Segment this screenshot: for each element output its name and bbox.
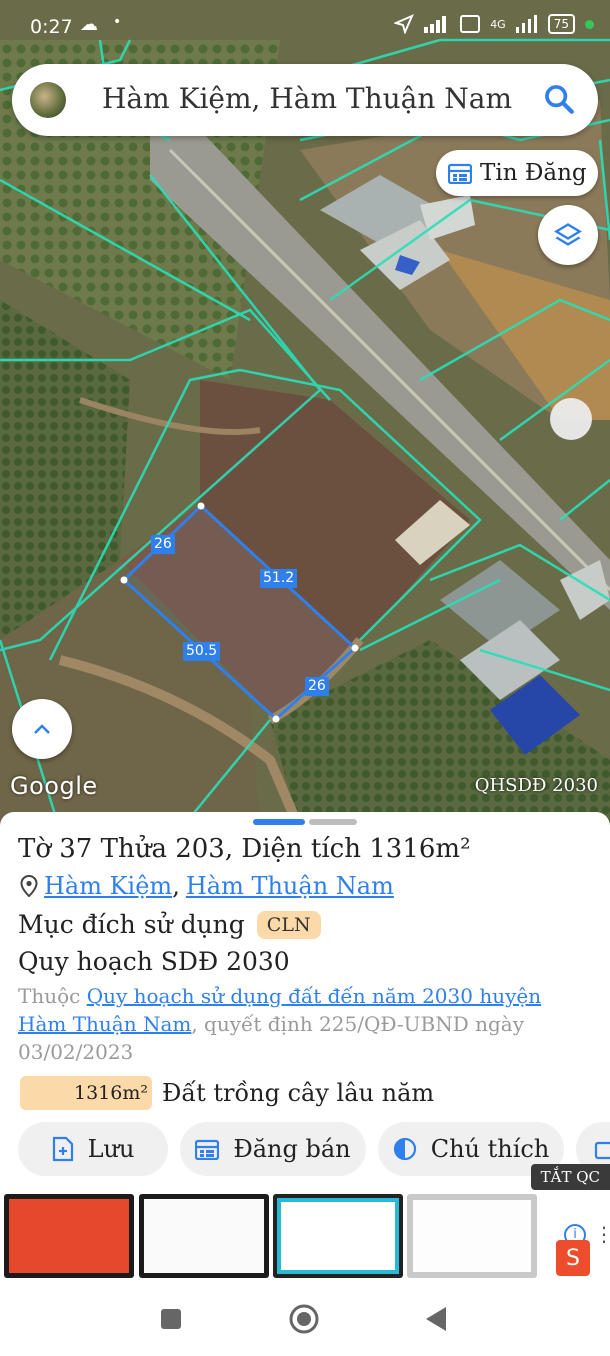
ad-product-image[interactable] [273,1194,403,1278]
commune-link[interactable]: Hàm Kiệm [44,872,172,900]
parcel-edge-label: 51.2 [260,569,298,588]
tin-dang-button[interactable]: Tin Đăng [436,150,598,196]
map-layer-label: QHSDĐ 2030 [474,775,598,796]
home-icon[interactable] [288,1303,320,1335]
layers-button[interactable] [538,205,598,265]
parcel-info-sheet: Tờ 37 Thửa 203, Diện tích 1316m² Hàm Kiệ… [0,812,610,1198]
calendar-icon [448,163,472,184]
calendar-icon [195,1139,220,1160]
parcel-location: Hàm Kiệm, Hàm Thuận Nam [20,872,394,900]
chevron-up-icon [34,724,50,734]
district-link[interactable]: Hàm Thuận Nam [186,872,394,900]
plan-description: Thuộc Quy hoạch sử dụng đất đến năm 2030… [18,982,578,1066]
contrast-icon [393,1137,416,1161]
privacy-dot-icon [585,19,594,29]
parcel-edge-label: 26 [305,677,329,696]
cloud-icon: ☁ [80,14,98,35]
land-use-label: Mục đích sử dụng [18,910,245,939]
parcel-edge-label: 50.5 [183,642,221,661]
signal-icon [424,16,447,33]
area-row: 1316m² Đất trồng cây lâu năm [20,1076,434,1110]
location-pin-icon [20,875,38,897]
plan-prefix: Thuộc [18,984,81,1008]
status-time: 0:27 [30,16,73,38]
ad-products[interactable]: i ⋮ S [0,1192,610,1284]
signal-icon [515,15,537,33]
location-separator: , [172,872,180,900]
recents-icon[interactable] [160,1308,182,1330]
back-icon[interactable] [424,1306,448,1332]
map-view[interactable]: 26 51.2 50.5 26 0:27 ☁ • 4G 75 Hàm Kiệm,… [0,0,610,830]
parcel-edge-label: 26 [151,535,175,554]
ad-product-image[interactable] [4,1194,134,1278]
assistive-touch-button[interactable] [550,398,592,440]
search-icon[interactable] [542,82,576,116]
location-arrow-icon [394,14,415,34]
legend-label: Chú thích [430,1135,550,1163]
plan-title: Quy hoạch SDĐ 2030 [18,947,290,976]
add-file-icon [52,1136,73,1162]
ad-product-image[interactable] [139,1194,269,1278]
expand-up-button[interactable] [12,699,72,759]
area-land-type: Đất trồng cây lâu năm [162,1079,435,1107]
tin-dang-label: Tin Đăng [480,160,587,186]
more-options-icon[interactable]: ⋮ [594,1222,610,1246]
battery-icon: 75 [547,14,575,34]
ad-product-image[interactable] [407,1194,537,1278]
network-type: 4G [490,17,506,31]
sheet-handle-active[interactable] [253,819,305,825]
search-bar[interactable]: Hàm Kiệm, Hàm Thuận Nam [12,64,598,136]
parcel-title: Tờ 37 Thửa 203, Diện tích 1316m² [18,834,471,864]
volte-icon [460,15,481,33]
add-photo-icon [594,1141,610,1160]
post-sale-label: Đăng bán [233,1135,351,1163]
search-input[interactable]: Hàm Kiệm, Hàm Thuận Nam [102,82,512,115]
land-use-badge: CLN [256,910,321,939]
system-nav-bar [0,1286,610,1356]
ad-banner[interactable]: TẮT QC i ⋮ S [0,1164,610,1284]
save-label: Lưu [87,1135,135,1163]
status-bar: 0:27 ☁ • 4G 75 [0,0,610,56]
land-use-row: Mục đích sử dụng CLN [18,910,321,939]
notification-dot-icon: • [113,14,122,30]
avatar[interactable] [30,82,66,118]
close-ad-button[interactable]: TẮT QC [530,1164,610,1190]
shopee-icon[interactable]: S [556,1240,590,1276]
google-logo: Google [10,772,98,800]
area-bar: 1316m² [20,1076,152,1110]
sheet-handle[interactable] [309,819,357,825]
layers-icon [554,223,582,246]
